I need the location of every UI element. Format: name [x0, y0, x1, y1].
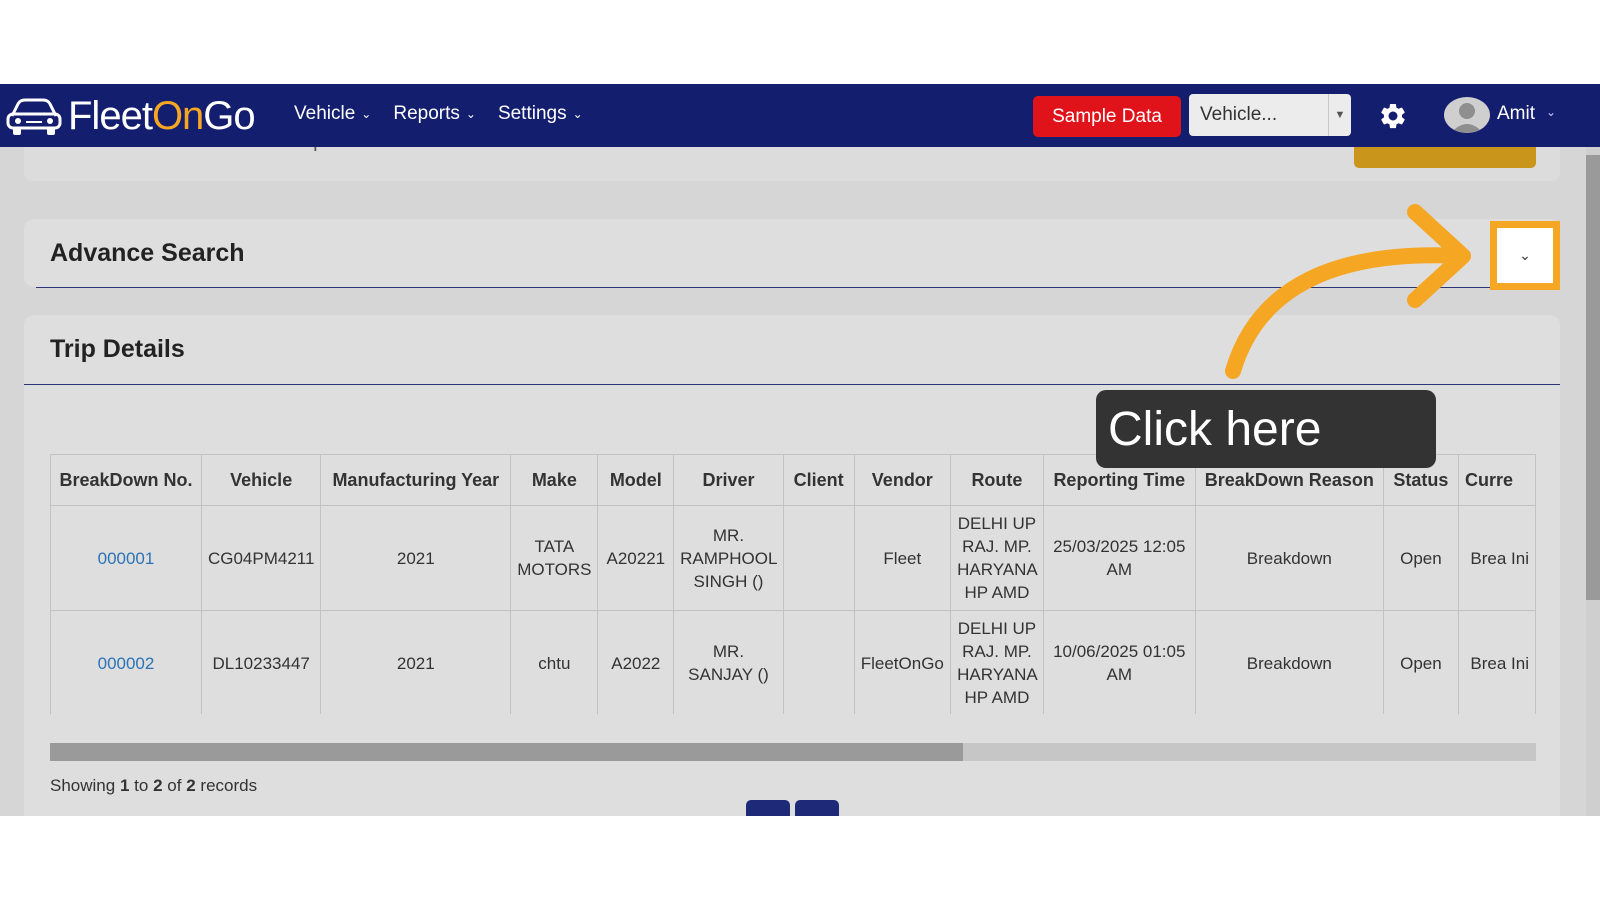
table-cell: A2022: [597, 610, 675, 714]
table-cell: Breakdown: [1194, 505, 1384, 611]
column-header[interactable]: Manufacturing Year: [320, 454, 512, 506]
column-header[interactable]: Route: [950, 454, 1044, 506]
table-cell: MR. RAMPHOOL SINGH (): [673, 505, 784, 611]
table-cell: Open: [1382, 505, 1459, 611]
table-cell: chtu: [510, 610, 599, 714]
table-cell: Fleet: [853, 505, 952, 611]
table-cell: [782, 610, 855, 714]
nav-item-reports[interactable]: Reports ⌄: [393, 103, 476, 125]
table-cell: 25/03/2025 12:05 AM: [1042, 505, 1196, 611]
column-header[interactable]: Curre: [1457, 454, 1536, 506]
top-navbar: FleetOnGo Vehicle ⌄ Reports ⌄ Settings ⌄ Sa…: [0, 84, 1600, 147]
records-summary: Showing 1 to 2 of 2 records: [50, 776, 258, 795]
table-cell: MR. SANJAY (): [673, 610, 784, 714]
table-cell: 10/06/2025 01:05 AM: [1042, 610, 1196, 714]
trip-table-container[interactable]: BreakDown No. Vehicle Manufacturing Year…: [50, 454, 1536, 714]
logo-text: FleetOnGo: [68, 93, 256, 138]
chevron-down-icon: ⌄: [361, 107, 372, 121]
column-header[interactable]: Driver: [673, 454, 784, 506]
table-cell: TATA MOTORS: [510, 505, 599, 611]
breakdown-number-link[interactable]: 000002: [50, 610, 202, 714]
nav-menu: Vehicle ⌄ Reports ⌄ Settings ⌄: [294, 103, 583, 125]
horizontal-scrollbar-thumb[interactable]: [50, 743, 963, 761]
sample-data-button[interactable]: Sample Data: [1033, 96, 1181, 137]
vertical-scrollbar-thumb[interactable]: [1586, 155, 1600, 600]
chevron-down-icon: ⌄: [465, 107, 476, 121]
table-row: 000001 CG04PM4211 2021 TATA MOTORS A2022…: [50, 505, 1536, 611]
logo[interactable]: FleetOnGo: [4, 93, 256, 138]
column-header[interactable]: Client: [782, 454, 855, 506]
avatar[interactable]: [1444, 97, 1490, 133]
table-cell: CG04PM4211: [200, 505, 322, 611]
vehicle-select[interactable]: Vehicle... ▼: [1189, 94, 1351, 136]
table-row: 000002 DL10233447 2021 chtu A2022 MR. SA…: [50, 610, 1536, 714]
table-cell: A20221: [597, 505, 675, 611]
tooltip-click-here: Click here: [1096, 390, 1436, 468]
pointer-arrow-icon: [1225, 204, 1471, 379]
column-header[interactable]: Vehicle: [200, 454, 322, 506]
trip-table: BreakDown No. Vehicle Manufacturing Year…: [50, 454, 1536, 714]
table-cell: DL10233447: [200, 610, 322, 714]
gear-icon[interactable]: [1378, 101, 1408, 131]
column-header[interactable]: Model: [597, 454, 675, 506]
trip-details-title: Trip Details: [50, 335, 185, 363]
column-header[interactable]: Vendor: [853, 454, 952, 506]
pagination-next-button[interactable]: [795, 800, 839, 816]
user-name[interactable]: Amit: [1497, 103, 1535, 125]
table-cell: Breakdown: [1194, 610, 1384, 714]
pagination-previous-button[interactable]: [746, 800, 790, 816]
dropdown-arrow-icon: ▼: [1328, 94, 1351, 136]
chevron-down-icon: ⌄: [572, 107, 583, 121]
table-cell: Open: [1382, 610, 1459, 714]
advance-search-toggle-button[interactable]: ⌄: [1490, 221, 1560, 290]
table-cell: DELHI UP RAJ. MP. HARYANA HP AMD: [950, 505, 1044, 611]
column-header[interactable]: Make: [510, 454, 599, 506]
table-cell: [782, 505, 855, 611]
nav-item-settings[interactable]: Settings ⌄: [498, 103, 583, 125]
table-cell: FleetOnGo: [853, 610, 952, 714]
column-header[interactable]: BreakDown No.: [50, 454, 202, 506]
chevron-down-icon[interactable]: ⌄: [1546, 105, 1556, 119]
advance-search-title: Advance Search: [50, 239, 245, 267]
table-cell: Brea Ini: [1457, 505, 1536, 611]
car-logo-icon: [6, 98, 62, 135]
table-cell: 2021: [320, 505, 512, 611]
table-cell: 2021: [320, 610, 512, 714]
table-cell: DELHI UP RAJ. MP. HARYANA HP AMD: [950, 610, 1044, 714]
user-icon: [1450, 103, 1484, 133]
chevron-down-icon: ⌄: [1519, 247, 1531, 263]
table-cell: Brea Ini: [1457, 610, 1536, 714]
breakdown-number-link[interactable]: 000001: [50, 505, 202, 611]
nav-item-vehicle[interactable]: Vehicle ⌄: [294, 103, 371, 125]
